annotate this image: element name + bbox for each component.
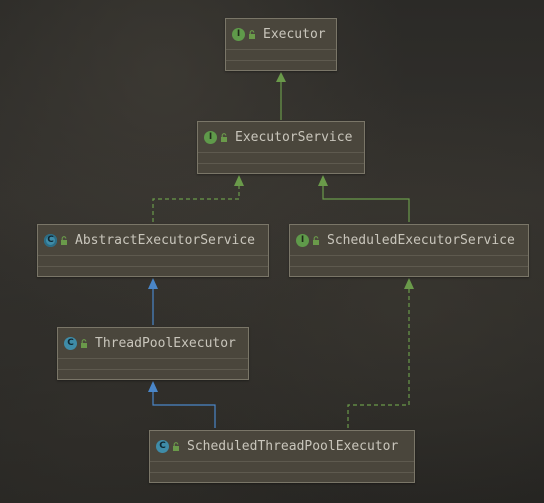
lock-open-icon: [61, 235, 67, 245]
edge-abstract-implements-executorservice: [152, 175, 244, 222]
node-scheduled-thread-pool-executor[interactable]: C ScheduledThreadPoolExecutor: [149, 430, 415, 483]
interface-icon: I: [204, 130, 217, 144]
edge-scheduledexecutorservice-extends-executorservice: [318, 175, 410, 222]
lock-open-icon: [249, 29, 255, 39]
node-name: ThreadPoolExecutor: [95, 335, 236, 351]
node-name: AbstractExecutorService: [75, 232, 256, 248]
node-executor[interactable]: I Executor: [225, 18, 337, 71]
node-scheduled-executor-service[interactable]: I ScheduledExecutorService: [289, 224, 529, 277]
node-header: I Executor: [226, 19, 336, 50]
member-divider: [226, 60, 336, 61]
member-divider: [150, 472, 414, 473]
node-executor-service[interactable]: I ExecutorService: [197, 121, 365, 174]
lock-open-icon: [221, 132, 227, 142]
node-name: ExecutorService: [235, 129, 353, 145]
lock-open-icon: [173, 441, 179, 451]
lock-open-icon: [81, 338, 87, 348]
node-name: Executor: [263, 26, 326, 42]
abstract-class-icon: C: [44, 233, 57, 247]
interface-icon: I: [296, 233, 309, 247]
class-icon: C: [156, 439, 169, 453]
lock-open-icon: [313, 235, 319, 245]
node-header: C AbstractExecutorService: [38, 225, 268, 256]
member-divider: [38, 266, 268, 267]
edge-executorservice-extends-executor: [276, 72, 286, 120]
node-header: I ExecutorService: [198, 122, 364, 153]
node-abstract-executor-service[interactable]: C AbstractExecutorService: [37, 224, 269, 277]
member-divider: [290, 266, 528, 267]
node-thread-pool-executor[interactable]: C ThreadPoolExecutor: [57, 327, 249, 380]
node-header: I ScheduledExecutorService: [290, 225, 528, 256]
node-header: C ScheduledThreadPoolExecutor: [150, 431, 414, 462]
class-icon: C: [64, 336, 77, 350]
node-header: C ThreadPoolExecutor: [58, 328, 248, 359]
member-divider: [58, 369, 248, 370]
member-divider: [198, 163, 364, 164]
node-name: ScheduledThreadPoolExecutor: [187, 438, 399, 454]
interface-icon: I: [232, 27, 245, 41]
edge-scheduledthreadpool-implements-scheduledexecutorservice: [347, 278, 414, 428]
edge-threadpoolexecutor-extends-abstract: [148, 278, 158, 325]
node-name: ScheduledExecutorService: [327, 232, 515, 248]
edge-scheduledthreadpool-extends-threadpool: [148, 381, 216, 428]
